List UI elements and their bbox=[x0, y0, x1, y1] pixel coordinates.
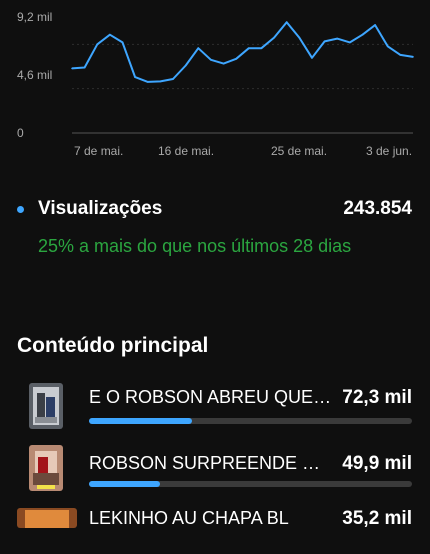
content-value: 35,2 mil bbox=[342, 508, 412, 529]
x-tick-label: 16 de mai. bbox=[158, 144, 215, 158]
data-point bbox=[273, 36, 275, 39]
data-point bbox=[184, 64, 187, 67]
data-point bbox=[134, 76, 136, 78]
data-point bbox=[386, 45, 389, 48]
content-item[interactable]: LEKINHO AU CHAPA BL 35,2 mil bbox=[0, 504, 430, 554]
data-point bbox=[121, 41, 124, 44]
content-title: ROBSON SURPREENDE O BONDE bbox=[89, 453, 334, 473]
video-thumbnail-icon bbox=[17, 508, 77, 528]
series-dot-icon bbox=[17, 206, 24, 213]
data-point bbox=[285, 21, 288, 23]
metric-comparison: 25% a mais do que nos últimos 28 dias bbox=[38, 236, 352, 256]
data-point bbox=[311, 57, 313, 59]
data-point bbox=[248, 47, 250, 49]
views-series-line bbox=[71, 21, 414, 83]
views-line-chart: 9,2 mil 4,6 mil 0 7 de mai. 16 de mai. 2… bbox=[0, 0, 430, 170]
data-point bbox=[159, 80, 162, 83]
content-title: E O ROBSON ABREU QUE PEGA O BONDE bbox=[89, 387, 334, 407]
content-title: LEKINHO AU CHAPA BL bbox=[89, 508, 289, 528]
content-item[interactable]: ROBSON SURPREENDE O BONDE 49,9 mil bbox=[0, 445, 430, 499]
y-tick-label: 0 bbox=[17, 126, 24, 140]
data-point bbox=[146, 81, 149, 83]
data-point bbox=[349, 41, 351, 44]
data-point bbox=[197, 47, 200, 49]
data-point bbox=[374, 24, 376, 26]
video-thumbnail-icon bbox=[29, 383, 63, 429]
data-point bbox=[399, 54, 402, 56]
content-value: 49,9 mil bbox=[342, 453, 412, 474]
progress-fill bbox=[89, 418, 193, 424]
data-point bbox=[71, 67, 73, 70]
video-thumbnail-icon bbox=[29, 445, 63, 491]
data-point bbox=[298, 36, 301, 39]
x-tick-label: 7 de mai. bbox=[74, 144, 124, 158]
data-point bbox=[412, 56, 414, 58]
x-tick-label: 25 de mai. bbox=[271, 144, 328, 158]
progress-track bbox=[89, 481, 412, 487]
views-metric[interactable]: Visualizações 243.854 bbox=[0, 196, 430, 228]
data-point bbox=[210, 58, 212, 61]
data-point bbox=[96, 43, 99, 46]
y-tick-label: 4,6 mil bbox=[17, 68, 53, 82]
data-point bbox=[260, 47, 263, 49]
data-point bbox=[109, 33, 111, 36]
content-item[interactable]: E O ROBSON ABREU QUE PEGA O BONDE 72,3 m… bbox=[0, 383, 430, 433]
metric-label: Visualizações bbox=[38, 198, 163, 219]
data-point bbox=[83, 66, 86, 69]
metric-value: 243.854 bbox=[343, 198, 412, 219]
data-point bbox=[235, 57, 237, 60]
data-point bbox=[323, 40, 326, 43]
data-point bbox=[361, 33, 364, 36]
data-point bbox=[172, 78, 174, 80]
y-tick-label: 9,2 mil bbox=[17, 10, 53, 24]
data-point bbox=[222, 62, 225, 65]
data-point bbox=[336, 37, 339, 40]
x-tick-label: 3 de jun. bbox=[366, 144, 413, 158]
progress-track bbox=[89, 418, 412, 424]
section-title: Conteúdo principal bbox=[17, 334, 209, 357]
progress-fill bbox=[89, 481, 161, 487]
content-value: 72,3 mil bbox=[342, 387, 412, 408]
